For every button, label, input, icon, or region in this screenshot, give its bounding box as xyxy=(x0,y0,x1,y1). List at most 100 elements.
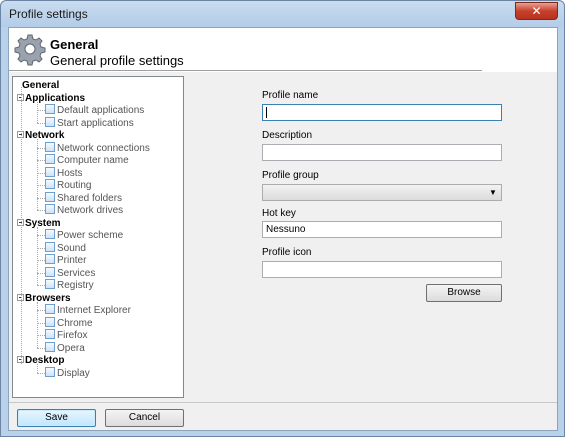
tree-item-checkbox[interactable] xyxy=(45,229,55,239)
profile-name-input[interactable] xyxy=(262,104,502,121)
tree-connector xyxy=(37,147,45,149)
text-caret xyxy=(266,107,267,118)
tree-item[interactable]: Shared folders xyxy=(45,191,123,205)
tree-category-network[interactable]: Network xyxy=(17,129,64,142)
tree-category-label: System xyxy=(25,217,61,229)
chevron-down-icon: ▼ xyxy=(489,188,497,197)
tree-category-general[interactable]: General xyxy=(22,79,59,92)
tree-category-label: Network xyxy=(25,130,65,141)
gear-icon xyxy=(14,34,46,66)
close-button[interactable]: ✕ xyxy=(515,2,558,20)
title-bar[interactable]: Profile settings ✕ xyxy=(1,1,564,27)
tree-item-label: Routing xyxy=(57,180,92,191)
tree-item[interactable]: Hosts xyxy=(45,166,83,180)
tree-item-checkbox[interactable] xyxy=(45,304,55,314)
tree-item-checkbox[interactable] xyxy=(45,341,55,352)
tree-category-applications[interactable]: Applications xyxy=(17,92,85,105)
tree-item-checkbox[interactable] xyxy=(45,191,55,202)
tree-item[interactable]: Computer name xyxy=(45,154,129,167)
tree-connector xyxy=(37,260,45,261)
hot-key-label: Hot key xyxy=(262,208,296,219)
settings-tree[interactable]: General Applications Default applications S… xyxy=(12,76,184,398)
description-input[interactable] xyxy=(262,144,502,161)
tree-category-label: Desktop xyxy=(25,355,65,366)
tree-item-checkbox[interactable] xyxy=(45,329,55,339)
save-button[interactable]: Save xyxy=(17,409,96,427)
tree-item-checkbox[interactable] xyxy=(45,141,55,152)
tree-item-checkbox[interactable] xyxy=(45,179,55,189)
tree-connector xyxy=(37,301,38,348)
tree-item-checkbox[interactable] xyxy=(45,316,55,327)
tree-item-checkbox[interactable] xyxy=(45,204,55,214)
tree-item-checkbox[interactable] xyxy=(45,279,55,289)
tree-item-label: Sound xyxy=(57,242,86,254)
tree-connector xyxy=(37,110,45,111)
tree-connector xyxy=(37,310,45,311)
tree-item[interactable]: Opera xyxy=(45,341,85,355)
window-title: Profile settings xyxy=(9,7,88,21)
tree-connector xyxy=(37,197,45,199)
tree-connector xyxy=(37,172,45,174)
tree-item[interactable]: Network connections xyxy=(45,141,150,155)
tree-item[interactable]: Network drives xyxy=(45,204,123,217)
tree-item-checkbox[interactable] xyxy=(45,254,55,264)
tree-connector xyxy=(37,101,38,123)
tree-category-browsers[interactable]: Browsers xyxy=(17,292,71,305)
tree-item-checkbox[interactable] xyxy=(45,266,55,277)
tree-item-label: Opera xyxy=(57,342,85,354)
tree-item-label: Firefox xyxy=(57,330,88,341)
tree-connector xyxy=(37,364,38,373)
tree-item[interactable]: Chrome xyxy=(45,316,93,330)
tree-connector xyxy=(37,235,45,236)
profile-icon-label: Profile icon xyxy=(262,247,312,258)
tree-item[interactable]: Services xyxy=(45,266,96,280)
tree-category-label: Applications xyxy=(25,92,86,104)
tree-item[interactable]: Display xyxy=(45,366,90,380)
tree-item-label: Default applications xyxy=(57,105,145,116)
tree-item-checkbox[interactable] xyxy=(45,241,55,252)
tree-item-checkbox[interactable] xyxy=(45,116,55,127)
page-title: General xyxy=(50,37,99,52)
tree-connector xyxy=(37,185,45,186)
profile-group-select[interactable]: ▼ xyxy=(262,184,502,201)
tree-item-checkbox[interactable] xyxy=(45,154,55,164)
tree-connector xyxy=(37,247,45,249)
tree-item[interactable]: Sound xyxy=(45,241,86,255)
browse-button[interactable]: Browse xyxy=(426,284,502,302)
tree-connector xyxy=(37,210,45,211)
tree-connector xyxy=(37,285,45,286)
tree-item-label: Registry xyxy=(57,280,94,291)
tree-item-checkbox[interactable] xyxy=(45,104,55,114)
tree-connector xyxy=(37,122,45,124)
tree-item-checkbox[interactable] xyxy=(45,366,55,377)
profile-group-label: Profile group xyxy=(262,170,319,181)
tree-category-system[interactable]: System xyxy=(17,217,61,230)
tree-connector xyxy=(37,272,45,274)
tree-category-desktop[interactable]: Desktop xyxy=(17,354,64,367)
tree-connector xyxy=(37,347,45,349)
tree-category-label: General xyxy=(22,80,60,91)
tree-item[interactable]: Internet Explorer xyxy=(45,304,131,317)
header-panel: General General profile settings xyxy=(9,28,557,72)
tree-item[interactable]: Power scheme xyxy=(45,229,123,242)
tree-item[interactable]: Start applications xyxy=(45,116,134,130)
tree-item-checkbox[interactable] xyxy=(45,166,55,177)
tree-item[interactable]: Registry xyxy=(45,279,94,292)
tree-connector xyxy=(37,322,45,324)
profile-name-label: Profile name xyxy=(262,90,319,101)
cancel-button[interactable]: Cancel xyxy=(105,409,184,427)
tree-item[interactable]: Printer xyxy=(45,254,86,267)
tree-category-label: Browsers xyxy=(25,292,71,304)
tree-item-label: Shared folders xyxy=(57,192,123,204)
tree-item[interactable]: Firefox xyxy=(45,329,88,342)
tree-item[interactable]: Default applications xyxy=(45,104,144,117)
tree-connector xyxy=(37,139,38,210)
tree-item-label: Hosts xyxy=(57,167,83,179)
hot-key-input[interactable]: Nessuno xyxy=(262,221,502,238)
tree-item-label: Power scheme xyxy=(57,230,124,241)
profile-icon-input[interactable] xyxy=(262,261,502,278)
tree-item[interactable]: Routing xyxy=(45,179,91,192)
footer-divider xyxy=(9,402,557,403)
tree-item-label: Services xyxy=(57,267,96,279)
tree-item-label: Chrome xyxy=(57,317,93,329)
